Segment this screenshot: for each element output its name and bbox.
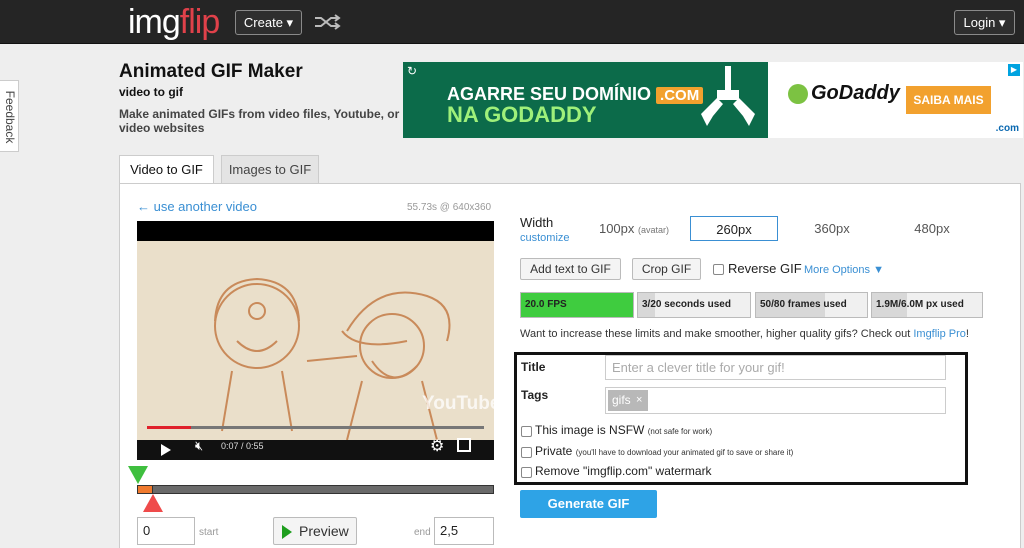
godaddy-mark-icon bbox=[788, 83, 808, 104]
private-note: (you'll have to download your animated g… bbox=[575, 448, 794, 457]
volume-icon[interactable]: 🔇︎ bbox=[195, 438, 203, 454]
reverse-label: Reverse GIF bbox=[728, 261, 802, 276]
page-title: Animated GIF Maker bbox=[119, 61, 303, 82]
fullscreen-icon[interactable] bbox=[457, 438, 471, 452]
video-progress-track[interactable] bbox=[147, 426, 484, 429]
title-input[interactable]: Enter a clever title for your gif! bbox=[605, 355, 946, 380]
preview-label: Preview bbox=[299, 523, 349, 539]
logo-text-flip: flip bbox=[179, 3, 220, 41]
meter-text: 1.9M/6.0M px used bbox=[876, 299, 964, 310]
adchoices-icon[interactable]: ▶ bbox=[1008, 64, 1020, 76]
pixels-meter: 1.9M/6.0M px used bbox=[871, 292, 983, 318]
width-option-360[interactable]: 360px bbox=[796, 216, 868, 241]
end-marker-handle[interactable] bbox=[143, 494, 163, 512]
tag-chip-label: gifs bbox=[612, 393, 631, 407]
feedback-label: Feedback bbox=[3, 90, 17, 144]
generate-gif-button[interactable]: Generate GIF bbox=[520, 490, 657, 518]
upsell-text: Want to increase these limits and make s… bbox=[520, 328, 969, 340]
nsfw-label-text: This image is NSFW bbox=[535, 423, 645, 437]
upsell-tail: ! bbox=[965, 328, 969, 340]
tags-input[interactable] bbox=[605, 387, 946, 414]
ad-headline-text: AGARRE SEU DOMÍNIO bbox=[447, 84, 652, 104]
claw-icon bbox=[701, 66, 755, 126]
feedback-tab[interactable]: Feedback bbox=[0, 80, 19, 152]
login-button[interactable]: Login ▾ bbox=[954, 10, 1015, 35]
private-label-text: Private bbox=[535, 444, 573, 458]
video-player[interactable]: YouTube 🔇︎ 0:07 / 0:55 ⚙ bbox=[137, 221, 494, 460]
end-time-input[interactable]: 2,5 bbox=[434, 517, 494, 545]
timeline-selection bbox=[137, 485, 153, 494]
tab-video-to-gif[interactable]: Video to GIF bbox=[119, 155, 214, 184]
use-another-video-link[interactable]: ← use another video bbox=[137, 199, 257, 214]
play-icon bbox=[282, 525, 292, 539]
remove-watermark-label: Remove "imgflip.com" watermark bbox=[535, 464, 712, 478]
preview-button[interactable]: Preview bbox=[273, 517, 357, 545]
start-time-input[interactable]: 0 bbox=[137, 517, 195, 545]
width-label: Width bbox=[520, 215, 554, 230]
frames-meter: 50/80 frames used bbox=[755, 292, 868, 318]
play-icon[interactable] bbox=[161, 444, 171, 456]
ad-cta-button[interactable]: SAIBA MAIS bbox=[906, 86, 991, 114]
logo-text-img: img bbox=[128, 3, 181, 41]
nsfw-note: (not safe for work) bbox=[647, 427, 713, 436]
tab-images-to-gif[interactable]: Images to GIF bbox=[221, 155, 319, 184]
start-label: start bbox=[199, 527, 219, 538]
meter-text: 3/20 seconds used bbox=[642, 299, 731, 310]
ad-refresh-icon[interactable]: ↻ bbox=[407, 64, 417, 78]
imgflip-pro-link[interactable]: Imgflip Pro bbox=[913, 328, 966, 340]
meter-text: 20.0 FPS bbox=[525, 299, 567, 310]
width-option-label: 100px bbox=[598, 221, 635, 236]
video-progress-fill bbox=[147, 426, 191, 429]
page-description: Make animated GIFs from video files, You… bbox=[119, 107, 400, 135]
remove-watermark-checkbox[interactable] bbox=[521, 467, 532, 478]
create-menu-button[interactable]: Create ▾ bbox=[235, 10, 302, 35]
fps-meter: 20.0 FPS bbox=[520, 292, 634, 318]
tags-label: Tags bbox=[521, 388, 549, 402]
upsell-body: Want to increase these limits and make s… bbox=[520, 328, 914, 340]
imgflip-logo[interactable]: imgflip bbox=[128, 3, 220, 41]
shuffle-icon[interactable] bbox=[313, 12, 341, 32]
width-option-note: (avatar) bbox=[638, 225, 670, 235]
page-subtitle: video to gif bbox=[119, 85, 183, 99]
width-option-100[interactable]: 100px (avatar) bbox=[596, 216, 672, 241]
top-navigation-bar: imgflip Create ▾ Login ▾ bbox=[0, 0, 1024, 44]
meter-text: 50/80 frames used bbox=[760, 299, 847, 310]
reverse-checkbox[interactable] bbox=[713, 264, 724, 275]
video-time: 0:07 / 0:55 bbox=[221, 441, 264, 451]
timeline-track[interactable] bbox=[137, 485, 494, 494]
private-checkbox[interactable] bbox=[521, 447, 532, 458]
godaddy-brand-text: GoDaddy bbox=[811, 82, 900, 104]
seconds-meter: 3/20 seconds used bbox=[637, 292, 751, 318]
width-option-260[interactable]: 260px bbox=[690, 216, 778, 241]
nsfw-checkbox[interactable] bbox=[521, 426, 532, 437]
add-text-button[interactable]: Add text to GIF bbox=[520, 258, 621, 280]
private-label: Private (you'll have to download your an… bbox=[535, 444, 793, 458]
crop-button[interactable]: Crop GIF bbox=[632, 258, 701, 280]
start-marker-handle[interactable] bbox=[128, 466, 148, 484]
end-label: end bbox=[414, 527, 431, 538]
advertisement-banner[interactable]: ↻ AGARRE SEU DOMÍNIO .COM NA GODADDY GoD… bbox=[403, 62, 1023, 138]
title-label: Title bbox=[521, 360, 546, 374]
tag-chip[interactable]: gifs × bbox=[608, 390, 648, 411]
ad-dotcom-logo: .com bbox=[995, 123, 1019, 134]
nsfw-label: This image is NSFW (not safe for work) bbox=[535, 423, 712, 437]
more-options-link[interactable]: More Options ▼ bbox=[804, 264, 884, 276]
width-option-480[interactable]: 480px bbox=[896, 216, 968, 241]
gear-icon[interactable]: ⚙ bbox=[430, 436, 444, 456]
video-meta: 55.73s @ 640x360 bbox=[407, 202, 492, 213]
customize-width-link[interactable]: customize bbox=[520, 232, 570, 244]
close-icon[interactable]: × bbox=[636, 390, 642, 411]
youtube-watermark: YouTube bbox=[422, 393, 494, 414]
ad-subheadline: NA GODADDY bbox=[447, 102, 597, 127]
godaddy-logo: GoDaddy bbox=[788, 82, 900, 105]
